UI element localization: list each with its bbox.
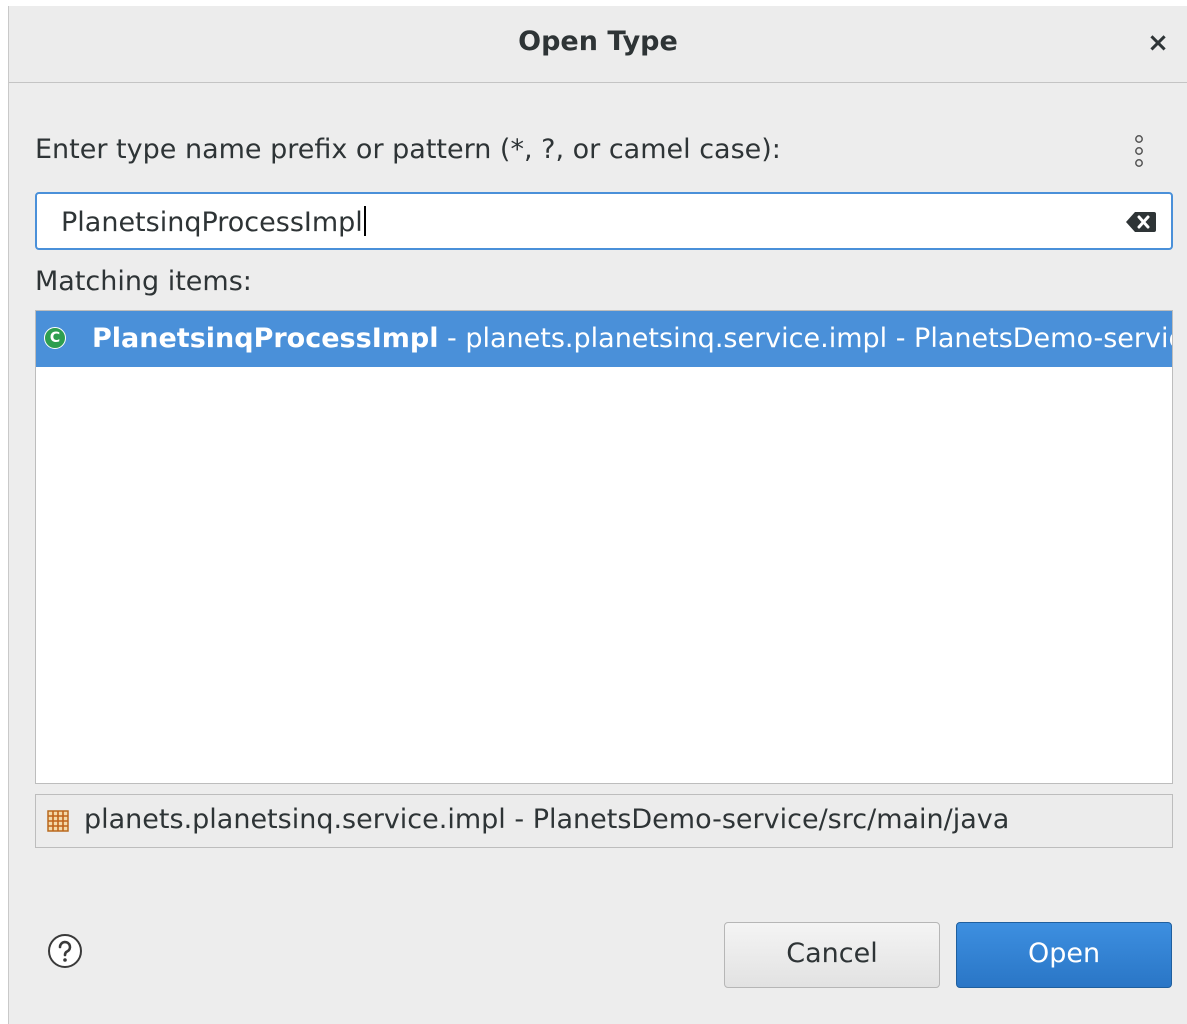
cancel-button[interactable]: Cancel [724, 922, 940, 988]
close-button[interactable]: × [1143, 28, 1173, 58]
dialog-titlebar[interactable]: Open Type × [9, 6, 1187, 83]
matching-items-list[interactable]: C PlanetsinqProcessImpl - planets.planet… [35, 310, 1173, 784]
open-type-dialog: Open Type × Enter type name prefix or pa… [8, 6, 1187, 1024]
package-icon [47, 810, 69, 832]
help-icon[interactable] [47, 933, 83, 969]
open-button[interactable]: Open [956, 922, 1172, 988]
type-search-input[interactable]: PlanetsinqProcessImpl [35, 192, 1173, 250]
kebab-menu-icon[interactable] [1132, 134, 1146, 168]
class-icon: C [44, 327, 66, 349]
selection-status-bar: planets.planetsinq.service.impl - Planet… [35, 794, 1173, 848]
list-item[interactable]: C PlanetsinqProcessImpl - planets.planet… [36, 311, 1172, 367]
result-type-detail: - planets.planetsinq.service.impl - Plan… [447, 323, 1172, 354]
clear-search-icon[interactable] [1125, 210, 1157, 234]
close-icon: × [1147, 28, 1169, 58]
selection-status-text: planets.planetsinq.service.impl - Planet… [84, 804, 1010, 835]
search-input-value: PlanetsinqProcessImpl [61, 207, 363, 238]
result-type-name: PlanetsinqProcessImpl [92, 323, 439, 354]
search-prompt-label: Enter type name prefix or pattern (*, ?,… [35, 134, 781, 165]
text-caret [363, 206, 366, 236]
matching-items-label: Matching items: [35, 266, 252, 297]
dialog-title: Open Type [518, 26, 678, 57]
